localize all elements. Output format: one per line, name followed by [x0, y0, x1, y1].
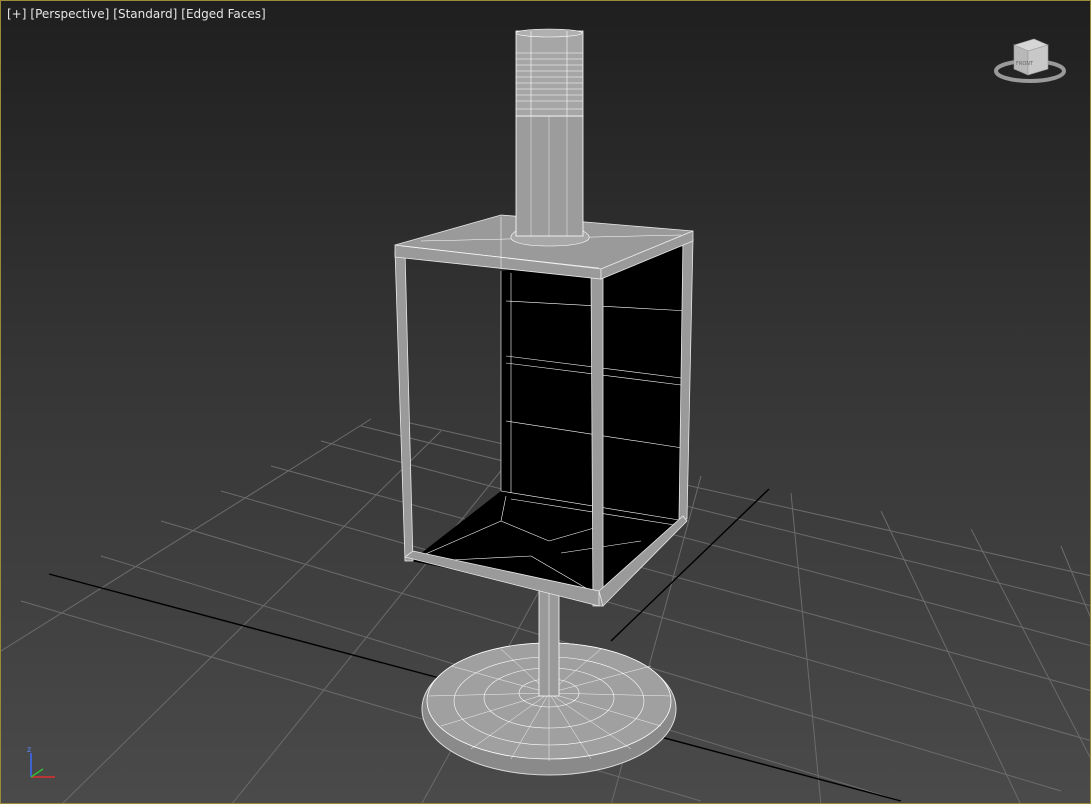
- viewcube-front-label: FRONT: [1016, 61, 1034, 67]
- viewport-edges-menu[interactable]: [Edged Faces]: [181, 7, 265, 21]
- z-axis-label: z: [27, 745, 31, 754]
- viewport-label-menu: [+] [Perspective] [Standard] [Edged Face…: [7, 7, 266, 21]
- viewport-shading-menu[interactable]: [Standard]: [113, 7, 177, 21]
- top-column[interactable]: [510, 28, 590, 247]
- viewport-view-menu[interactable]: [Perspective]: [30, 7, 109, 21]
- world-axis-tripod: z: [23, 743, 63, 783]
- display-box[interactable]: [394, 214, 694, 607]
- viewcube-navigator[interactable]: FRONT: [992, 35, 1072, 91]
- y-axis-icon: [30, 768, 44, 778]
- perspective-viewport[interactable]: [+] [Perspective] [Standard] [Edged Face…: [0, 0, 1091, 804]
- scene-canvas[interactable]: [1, 1, 1091, 804]
- viewport-plus-menu[interactable]: [+]: [7, 7, 26, 21]
